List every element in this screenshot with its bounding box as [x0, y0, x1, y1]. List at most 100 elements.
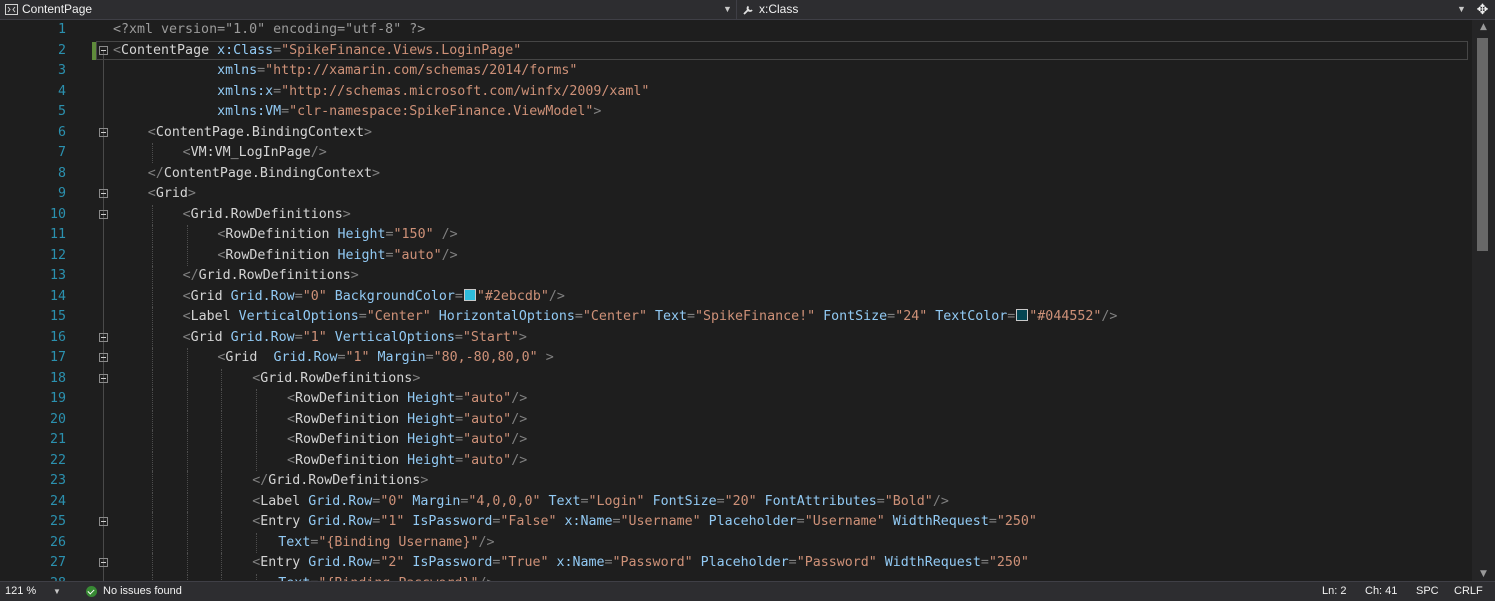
code-line[interactable]: 19 <RowDefinition Height="auto"/> [0, 389, 1472, 409]
code-line[interactable]: 6 <ContentPage.BindingContext> [0, 123, 1472, 143]
code-token: = [796, 514, 805, 529]
code-line[interactable]: 24 <Label Grid.Row = "0" Margin = "4,0,0,0" T… [0, 491, 1472, 512]
collapse-icon[interactable] [99, 517, 108, 526]
code-line[interactable]: 9 <Grid> [0, 184, 1472, 204]
split-window-button[interactable]: ✥ [1470, 0, 1495, 19]
indent-guide [221, 450, 223, 471]
code-token: = [455, 432, 464, 447]
code-token: ContentPage.BindingContext [155, 124, 364, 140]
indent-guide [186, 553, 188, 573]
code-token: = [455, 452, 464, 468]
code-line[interactable]: 27 <Entry Grid.Row = "2" IsPassword = "True" … [0, 553, 1472, 573]
code-token: "Bold" [884, 493, 933, 509]
indent-guide [151, 143, 153, 163]
indent-guide [151, 532, 153, 553]
code-token: Grid [155, 186, 188, 201]
collapse-icon[interactable] [99, 127, 108, 137]
collapse-icon[interactable] [99, 189, 108, 198]
indent-guide [221, 573, 223, 581]
code-line[interactable]: 21 <RowDefinition Height="auto"/> [0, 430, 1472, 450]
collapse-icon[interactable] [99, 332, 108, 342]
code-text: <ContentPage x:Class="SpikeFinance.Views… [113, 41, 521, 61]
code-text: <Grid Grid.Row="1" Margin="80,-80,80,0" … [217, 348, 553, 368]
indent-guide [151, 430, 153, 450]
vertical-scrollbar[interactable]: ▲ ▼ [1472, 20, 1495, 581]
code-line[interactable]: 15 <Label VerticalOptions="Center" Horizo… [0, 307, 1472, 327]
zoom-level[interactable]: 121 % [5, 582, 36, 601]
code-token: = [687, 309, 696, 324]
code-token: = [358, 309, 367, 324]
code-line[interactable]: 5 xmlns:VM="clr-namespace:SpikeFinance.V… [0, 102, 1472, 122]
collapse-icon[interactable] [99, 45, 108, 55]
code-token: RowDefinition [295, 452, 400, 468]
member-dropdown[interactable]: x:Class ▼ [737, 0, 1467, 19]
indent-guide [186, 430, 188, 450]
collapse-icon[interactable] [99, 373, 108, 383]
scroll-thumb[interactable] [1477, 38, 1488, 251]
code-line[interactable]: 16 <Grid Grid.Row="1" VerticalOptions="St… [0, 327, 1472, 348]
indent-guide [186, 532, 188, 553]
code-text: <Grid> [148, 184, 196, 204]
code-line[interactable]: 25 <Entry Grid.Row = "1" IsPassword = "False"… [0, 512, 1472, 532]
line-number-label: 10 [49, 206, 66, 222]
scroll-up-icon[interactable]: ▲ [1472, 20, 1495, 34]
line-number-label: 1 [57, 22, 66, 37]
line-number-label: 15 [49, 309, 66, 324]
collapse-icon[interactable] [99, 209, 108, 219]
code-token: "Center" [582, 309, 647, 324]
code-line[interactable]: 13 </Grid.RowDefinitions> [0, 266, 1472, 286]
code-token: = [273, 42, 282, 58]
code-token: = [788, 555, 797, 570]
indent-guide [186, 512, 188, 532]
code-token: = [876, 493, 885, 509]
code-line[interactable]: 1 <?xml version="1.0" encoding="utf-8" ?> [0, 20, 1472, 40]
code-token: Placeholder [700, 514, 797, 529]
code-line[interactable]: 10 <Grid.RowDefinitions> [0, 204, 1472, 225]
code-line[interactable]: 17 <Grid Grid.Row="1" Margin="80,-80,80,0… [0, 348, 1472, 368]
code-token: = [988, 514, 997, 529]
indent-guide [221, 553, 223, 573]
code-line[interactable]: 8 </ContentPage.BindingContext> [0, 164, 1472, 184]
code-line[interactable]: 3 xmlns="http://xamarin.com/schemas/2014… [0, 61, 1472, 81]
scroll-down-icon[interactable]: ▼ [1472, 567, 1495, 581]
navigation-bar: ContentPage ▼ x:Class ▼ ✥ [0, 0, 1495, 20]
code-line[interactable]: 23 </Grid.RowDefinitions> [0, 471, 1472, 491]
collapse-icon[interactable] [99, 558, 108, 567]
code-token: > [420, 473, 429, 488]
code-token: RowDefinition [225, 247, 330, 263]
code-line[interactable]: 12 <RowDefinition Height="auto"/> [0, 245, 1472, 266]
line-endings[interactable]: CRLF [1454, 582, 1483, 601]
line-number-label: 7 [57, 145, 66, 160]
code-line[interactable]: 22 <RowDefinition Height="auto"/> [0, 450, 1472, 471]
code-line[interactable]: 28 Text="{Binding Password}"/> [0, 573, 1472, 581]
code-token: = [281, 104, 290, 119]
code-token: > [342, 206, 351, 222]
code-line[interactable]: 2 <ContentPage x:Class="SpikeFinance.View… [0, 41, 1472, 61]
code-token: "1" [302, 329, 327, 345]
code-line[interactable]: 26 Text="{Binding Username}"/> [0, 532, 1472, 553]
code-token: "80,-80,80,0" [433, 350, 538, 365]
whitespace-mode[interactable]: SPC [1416, 582, 1439, 601]
line-number-label: 11 [49, 227, 66, 242]
code-line[interactable]: 7 <VM:VM_LogInPage/> [0, 143, 1472, 163]
code-text: <RowDefinition Height="150" /> [217, 225, 457, 245]
code-line[interactable]: 20 <RowDefinition Height="auto"/> [0, 409, 1472, 430]
code-line[interactable]: 11 <RowDefinition Height="150" /> [0, 225, 1472, 245]
code-token: BackgroundColor [326, 288, 455, 304]
code-token: = [716, 493, 725, 509]
code-token: Margin [369, 350, 426, 365]
zoom-dropdown-icon[interactable]: ▼ [53, 582, 61, 601]
issues-status[interactable]: No issues found [103, 582, 182, 601]
code-line[interactable]: 18 <Grid.RowDefinitions> [0, 368, 1472, 389]
code-token: = [425, 350, 434, 365]
code-editor[interactable]: 1 <?xml version="1.0" encoding="utf-8" ?>… [0, 20, 1472, 581]
code-token: x:Name [548, 555, 605, 570]
line-number-label: 25 [49, 514, 66, 529]
code-text: <Grid Grid.Row="0" BackgroundColor= "#2eb… [183, 287, 565, 307]
collapse-icon[interactable] [99, 353, 108, 362]
element-dropdown[interactable]: ContentPage ▼ [0, 0, 737, 19]
code-token: = [455, 411, 464, 427]
code-line[interactable]: 4 xmlns:x="http://schemas.microsoft.com/… [0, 82, 1472, 102]
code-line[interactable]: 14 <Grid Grid.Row="0" BackgroundColor= "#2… [0, 286, 1472, 307]
indent-guide [151, 553, 153, 573]
